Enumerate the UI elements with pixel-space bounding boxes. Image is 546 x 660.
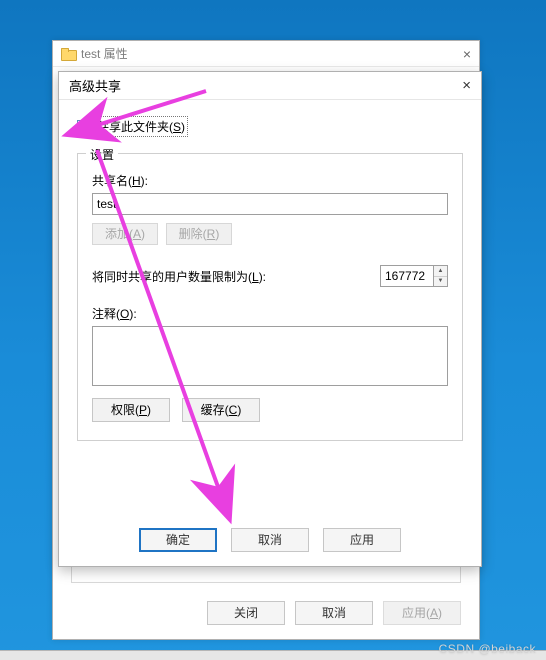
share-name-label: 共享名(H):: [92, 172, 448, 189]
advanced-sharing-titlebar[interactable]: 高级共享 ×: [59, 72, 481, 100]
spinner-arrows[interactable]: ▲ ▼: [433, 266, 447, 286]
properties-titlebar[interactable]: test 属性 ×: [53, 41, 479, 67]
comment-textarea[interactable]: [92, 326, 448, 386]
cancel-button[interactable]: 取消: [295, 601, 373, 625]
user-limit-label: 将同时共享的用户数量限制为(L):: [92, 268, 380, 285]
comment-label: 注释(O):: [92, 305, 448, 322]
folder-icon: [61, 48, 75, 59]
desktop-background: test 属性 × 关闭 取消 应用(A) 高级共享 × ✓ 共享此文件夹(S): [0, 0, 546, 660]
settings-group: 设置 共享名(H): 添加(A) 删除(R) 将同时共享的用户数量限制为(L):…: [77, 153, 463, 441]
settings-group-legend: 设置: [86, 146, 118, 163]
advanced-sharing-dialog: 高级共享 × ✓ 共享此文件夹(S) 设置 共享名(H): 添加(A) 删除(R…: [58, 71, 482, 567]
advanced-sharing-body: ✓ 共享此文件夹(S) 设置 共享名(H): 添加(A) 删除(R) 将同时共享…: [59, 100, 481, 566]
share-folder-checkbox-label: 共享此文件夹(S): [94, 116, 188, 137]
advanced-sharing-button-row: 确定 取消 应用: [59, 528, 481, 552]
apply-button: 应用(A): [383, 601, 461, 625]
permissions-button[interactable]: 权限(P): [92, 398, 170, 422]
advanced-sharing-title: 高级共享: [69, 76, 121, 95]
watermark: CSDN @beiback: [439, 642, 536, 656]
share-name-input[interactable]: [92, 193, 448, 215]
apply-button[interactable]: 应用: [323, 528, 401, 552]
ok-button[interactable]: 确定: [139, 528, 217, 552]
properties-title: test 属性: [81, 45, 128, 62]
user-limit-input[interactable]: [381, 266, 433, 286]
cache-button[interactable]: 缓存(C): [182, 398, 260, 422]
share-folder-checkbox-row[interactable]: ✓ 共享此文件夹(S): [77, 116, 463, 137]
spinner-down-icon[interactable]: ▼: [434, 277, 447, 287]
remove-button: 删除(R): [166, 223, 232, 245]
close-icon[interactable]: ×: [462, 77, 471, 94]
cancel-button[interactable]: 取消: [231, 528, 309, 552]
properties-button-row: 关闭 取消 应用(A): [53, 601, 479, 625]
spinner-up-icon[interactable]: ▲: [434, 266, 447, 277]
add-button: 添加(A): [92, 223, 158, 245]
close-icon[interactable]: ×: [463, 46, 471, 62]
apply-button-label: 应用(A): [402, 606, 442, 620]
close-button[interactable]: 关闭: [207, 601, 285, 625]
user-limit-spinner[interactable]: ▲ ▼: [380, 265, 448, 287]
share-folder-checkbox[interactable]: ✓: [77, 120, 90, 133]
